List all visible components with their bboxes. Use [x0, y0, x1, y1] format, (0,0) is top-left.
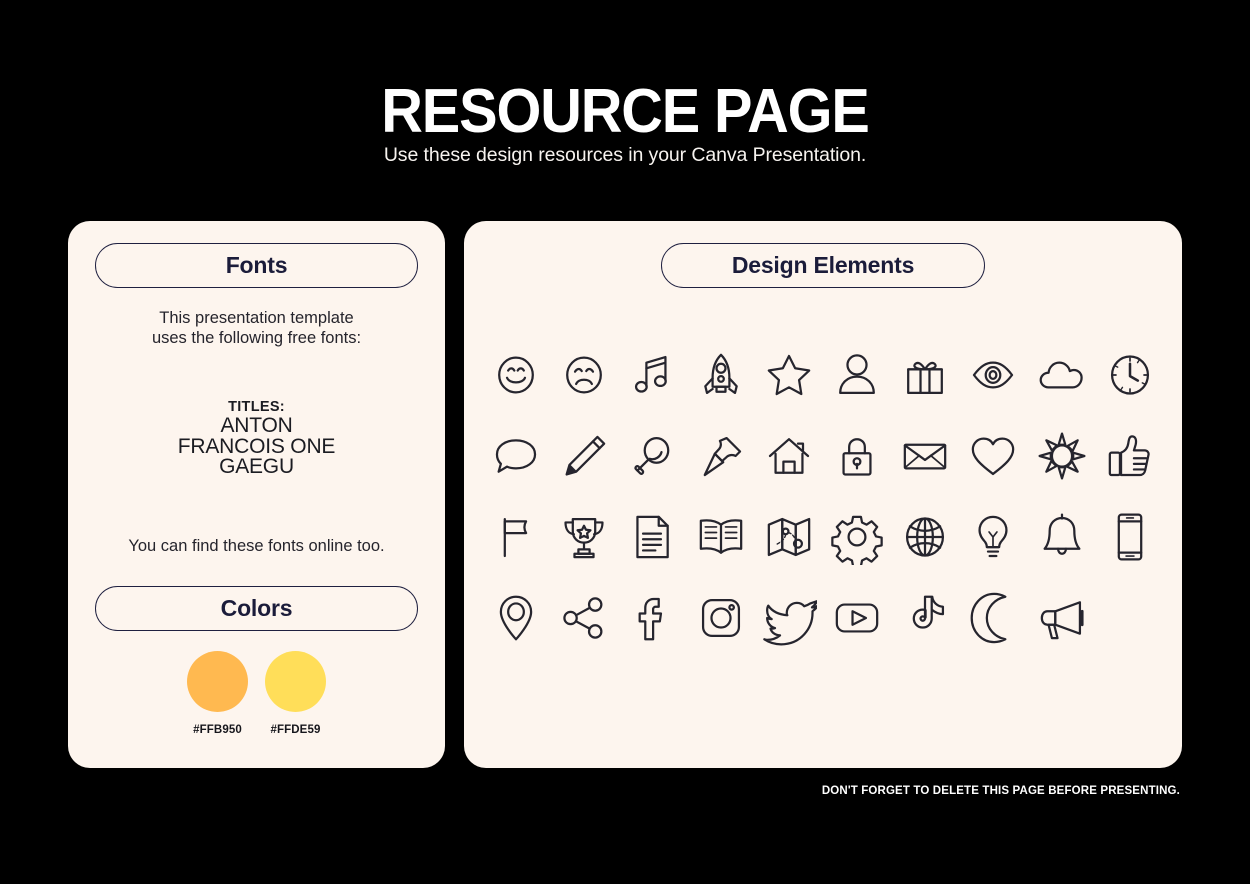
magnifier-icon[interactable]	[624, 428, 680, 484]
rocket-icon[interactable]	[693, 347, 749, 403]
bell-icon[interactable]	[1034, 509, 1090, 565]
youtube-icon[interactable]	[829, 590, 885, 646]
sun-icon[interactable]	[1034, 428, 1090, 484]
fonts-card: Fonts This presentation template uses th…	[68, 221, 445, 768]
music-note-icon[interactable]	[624, 347, 680, 403]
gift-icon[interactable]	[897, 347, 953, 403]
megaphone-icon[interactable]	[1034, 590, 1090, 646]
delete-page-reminder: DON'T FORGET TO DELETE THIS PAGE BEFORE …	[821, 785, 1180, 797]
twitter-icon[interactable]	[761, 590, 817, 646]
fonts-titles-list: ANTON FRANCOIS ONE GAEGU	[177, 414, 336, 478]
open-book-icon[interactable]	[693, 509, 749, 565]
facebook-icon[interactable]	[624, 590, 680, 646]
document-icon[interactable]	[624, 509, 680, 565]
design-elements-icon-grid	[482, 334, 1164, 658]
envelope-icon[interactable]	[897, 428, 953, 484]
fonts-intro-text: This presentation template uses the foll…	[151, 309, 362, 347]
fonts-titles-block: TITLES: ANTON FRANCOIS ONE GAEGU	[68, 398, 445, 478]
map-icon[interactable]	[761, 509, 817, 565]
thumbs-up-icon[interactable]	[1102, 428, 1158, 484]
fonts-heading-label: Fonts	[225, 252, 288, 278]
page-title: RESOURCE PAGE	[381, 77, 870, 146]
gear-icon[interactable]	[829, 509, 885, 565]
moon-icon[interactable]	[965, 590, 1021, 646]
clock-icon[interactable]	[1102, 347, 1158, 403]
person-icon[interactable]	[829, 347, 885, 403]
pencil-icon[interactable]	[556, 428, 612, 484]
house-icon[interactable]	[761, 428, 817, 484]
fonts-outro-text: You can find these fonts online too.	[128, 537, 385, 555]
design-elements-heading-pill: Design Elements	[661, 243, 985, 288]
fonts-heading-pill: Fonts	[95, 243, 418, 288]
design-elements-heading-label: Design Elements	[731, 252, 915, 278]
phone-icon[interactable]	[1102, 509, 1158, 565]
speech-bubble-icon[interactable]	[488, 428, 544, 484]
color-swatch-hex-label: #FFB950	[193, 724, 242, 736]
star-icon[interactable]	[761, 347, 817, 403]
lock-icon[interactable]	[829, 428, 885, 484]
cloud-icon[interactable]	[1034, 347, 1090, 403]
flag-icon[interactable]	[488, 509, 544, 565]
smiley-face-icon[interactable]	[488, 347, 544, 403]
sad-face-icon[interactable]	[556, 347, 612, 403]
location-pin-icon[interactable]	[488, 590, 544, 646]
page-subtitle: Use these design resources in your Canva…	[383, 144, 867, 166]
color-swatch-item: #FFB950	[183, 651, 253, 736]
globe-icon[interactable]	[897, 509, 953, 565]
lightbulb-icon[interactable]	[965, 509, 1021, 565]
colors-heading-label: Colors	[220, 595, 293, 621]
trophy-icon[interactable]	[556, 509, 612, 565]
instagram-icon[interactable]	[693, 590, 749, 646]
design-elements-card: Design Elements	[464, 221, 1182, 768]
color-swatch-dot	[187, 651, 248, 712]
heart-icon[interactable]	[965, 428, 1021, 484]
colors-heading-pill: Colors	[95, 586, 418, 631]
color-swatch-dot	[265, 651, 326, 712]
share-icon[interactable]	[556, 590, 612, 646]
color-swatch-row: #FFB950 #FFDE59	[68, 651, 445, 736]
tiktok-icon[interactable]	[897, 590, 953, 646]
push-pin-icon[interactable]	[693, 428, 749, 484]
color-swatch-hex-label: #FFDE59	[270, 724, 321, 736]
eye-icon[interactable]	[965, 347, 1021, 403]
color-swatch-item: #FFDE59	[261, 651, 331, 736]
